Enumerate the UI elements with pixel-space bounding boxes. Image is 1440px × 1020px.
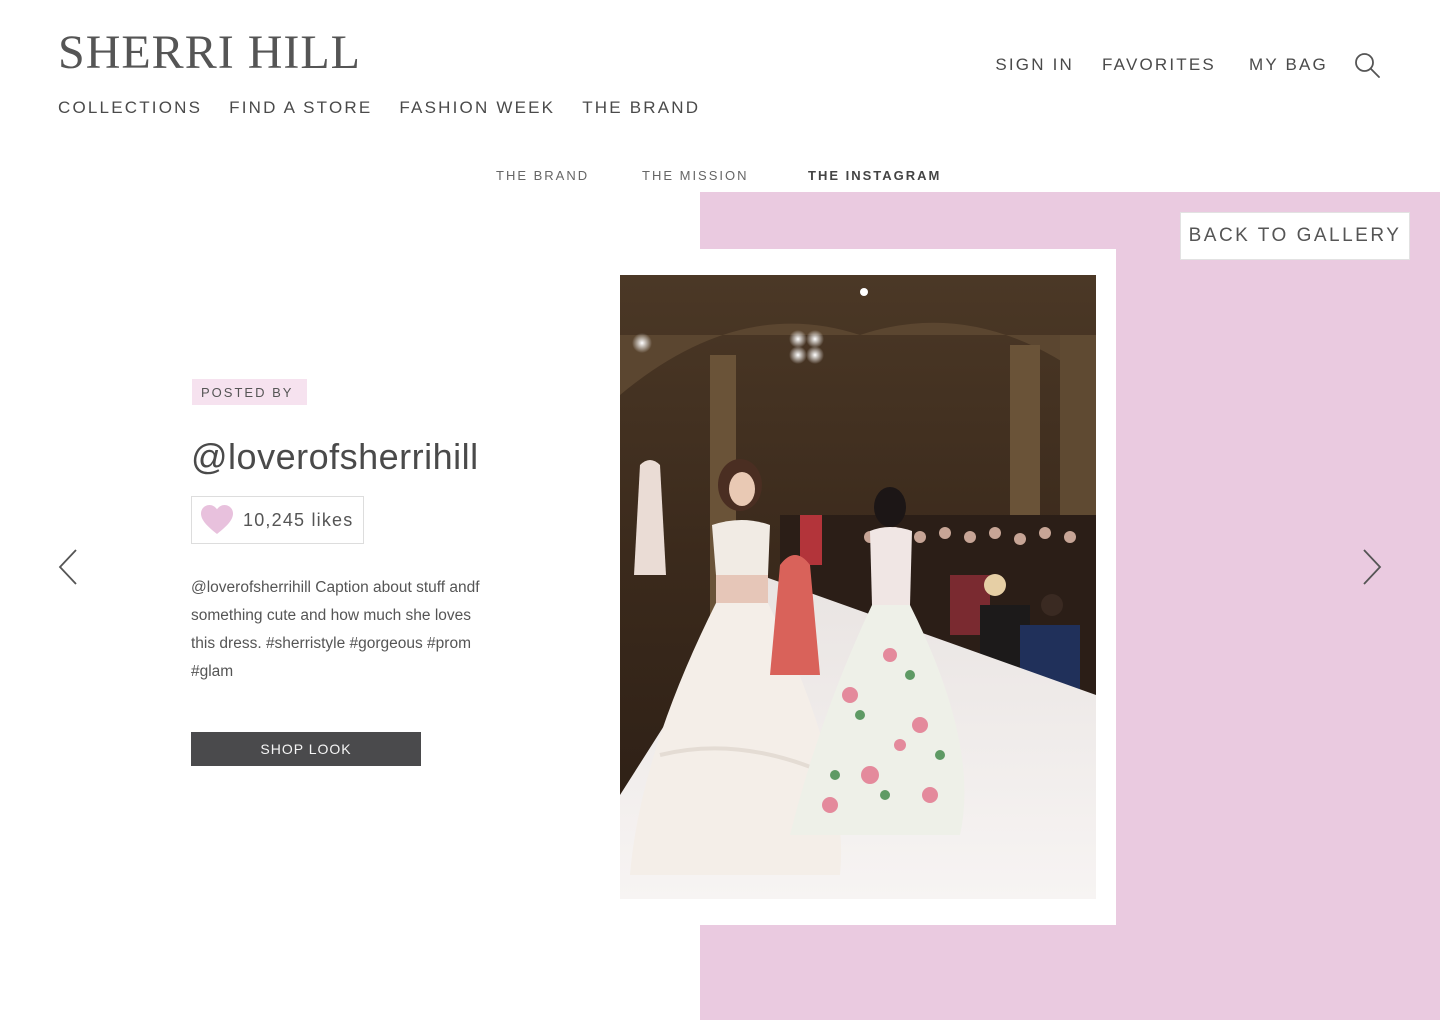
chevron-right-icon[interactable] <box>1362 548 1382 586</box>
subnav-the-mission[interactable]: THE MISSION <box>642 168 749 183</box>
nav-find-a-store[interactable]: FIND A STORE <box>229 98 372 118</box>
nav-fashion-week[interactable]: FASHION WEEK <box>399 98 555 118</box>
sub-nav: THE BRAND THE MISSION THE INSTAGRAM <box>0 168 1440 186</box>
post-username[interactable]: @loverofsherrihill <box>191 432 479 482</box>
brand-logo[interactable]: SHERRI HILL <box>58 26 361 80</box>
nav-the-brand[interactable]: THE BRAND <box>582 98 700 118</box>
likes-count: 10,245 likes <box>243 509 354 530</box>
search-icon[interactable] <box>1354 52 1380 78</box>
subnav-the-brand[interactable]: THE BRAND <box>496 168 589 183</box>
nav-collections[interactable]: COLLECTIONS <box>58 98 202 118</box>
posted-by-tag: POSTED BY <box>192 379 308 405</box>
shop-look-button[interactable]: SHOP LOOK <box>191 732 421 766</box>
sign-in-link[interactable]: SIGN IN <box>995 55 1074 75</box>
likes-button[interactable]: 10,245 likes <box>191 496 364 544</box>
heart-icon <box>201 505 243 535</box>
subnav-the-instagram[interactable]: THE INSTAGRAM <box>808 168 941 183</box>
back-to-gallery-button[interactable]: BACK TO GALLERY <box>1180 212 1410 260</box>
post-photo[interactable] <box>620 275 1096 899</box>
my-bag-link[interactable]: MY BAG <box>1249 55 1328 75</box>
main-nav: COLLECTIONS FIND A STORE FASHION WEEK TH… <box>58 98 700 118</box>
chevron-left-icon[interactable] <box>58 548 78 586</box>
post-caption: @loverofsherrihill Caption about stuff a… <box>191 579 480 680</box>
utility-nav: SIGN IN FAVORITES MY BAG <box>995 52 1380 78</box>
favorites-link[interactable]: FAVORITES <box>1102 55 1216 75</box>
